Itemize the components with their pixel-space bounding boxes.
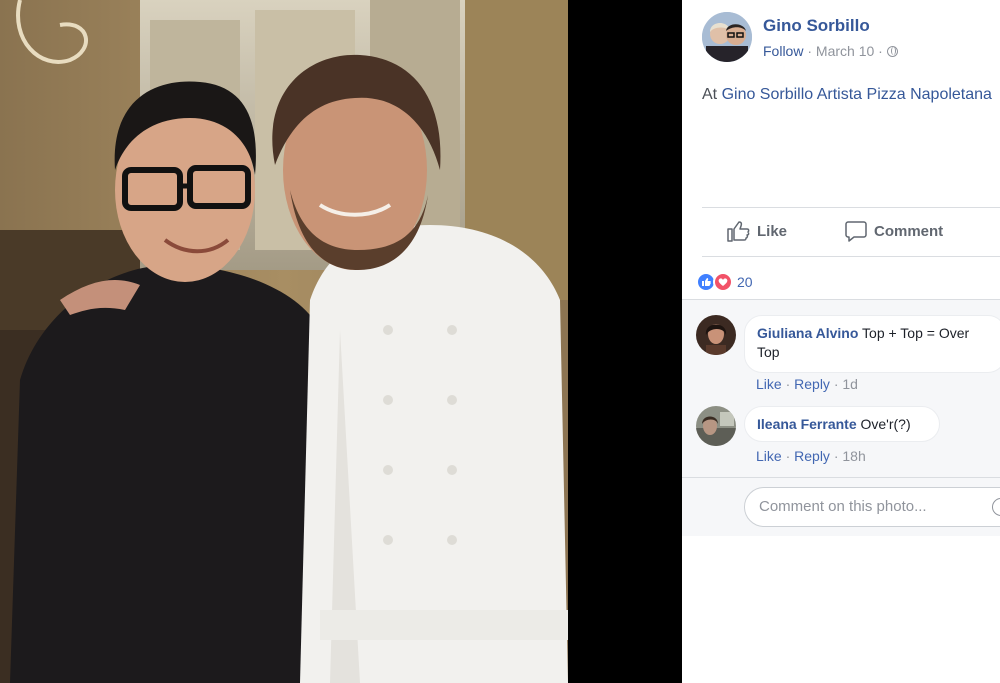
comment-like-link[interactable]: Like [756,376,782,392]
like-label: Like [757,222,788,240]
comment-reply-link[interactable]: Reply [794,376,830,392]
comment-text: Ove'r(?) [860,416,911,432]
divider [702,256,1000,257]
commenter-name[interactable]: Giuliana Alvino [757,325,858,341]
author-name[interactable]: Gino Sorbillo [763,16,870,36]
thumbs-up-icon [727,221,750,242]
comment-item: Giuliana Alvino Top + Top = Over Top Lik… [696,315,1000,395]
comment-composer[interactable] [744,487,1000,527]
comment-reply-link[interactable]: Reply [794,448,830,464]
comment-text: Top + Top = Over [862,325,970,341]
meta-separator: · [803,43,816,59]
location-link[interactable]: Gino Sorbillo Artista Pizza Napoletana [722,86,992,103]
like-button[interactable]: Like [726,218,787,244]
smiley-icon[interactable] [992,498,1000,516]
author-avatar[interactable] [702,12,752,62]
post-actions: Like Comment [702,208,1000,256]
comment-text-continued: Top [757,344,780,360]
comment-like-link[interactable]: Like [756,448,782,464]
love-reaction-icon [713,272,733,292]
photo-image [0,0,568,683]
comment-time[interactable]: 1d [842,376,858,392]
reactions-summary[interactable]: 20 [696,270,753,294]
follow-link[interactable]: Follow [763,43,803,59]
post-header: Gino Sorbillo Follow · March 10 · [702,12,1000,62]
post-location: At Gino Sorbillo Artista Pizza Napoletan… [702,86,992,104]
comment-item: Ileana Ferrante Ove'r(?) Like · Reply · … [696,406,1000,466]
commenter-avatar[interactable] [696,406,736,446]
comments-section: Giuliana Alvino Top + Top = Over Top Lik… [682,300,1000,536]
comment-bubble: Giuliana Alvino Top + Top = Over Top [744,315,1000,373]
post-photo[interactable] [0,0,568,683]
post-meta: Follow · March 10 · [763,43,898,59]
reaction-count[interactable]: 20 [737,274,753,290]
meta-separator: · [874,43,887,59]
divider [682,477,1000,478]
commenter-name[interactable]: Ileana Ferrante [757,416,857,432]
comment-bubble: Ileana Ferrante Ove'r(?) [744,406,940,442]
comment-label: Comment [874,222,944,240]
post-date[interactable]: March 10 [816,43,874,59]
comment-actions: Like · Reply · 18h [756,448,866,464]
comment-time[interactable]: 18h [842,448,865,464]
globe-icon[interactable] [886,46,898,57]
post-side-panel: Gino Sorbillo Follow · March 10 · At Gin… [682,0,1000,683]
commenter-avatar[interactable] [696,315,736,355]
comment-actions: Like · Reply · 1d [756,376,858,392]
speech-bubble-icon [845,221,867,242]
location-prefix: At [702,86,722,103]
comment-input[interactable] [757,497,981,516]
photo-gutter [568,0,682,683]
comment-button[interactable]: Comment [845,218,943,244]
